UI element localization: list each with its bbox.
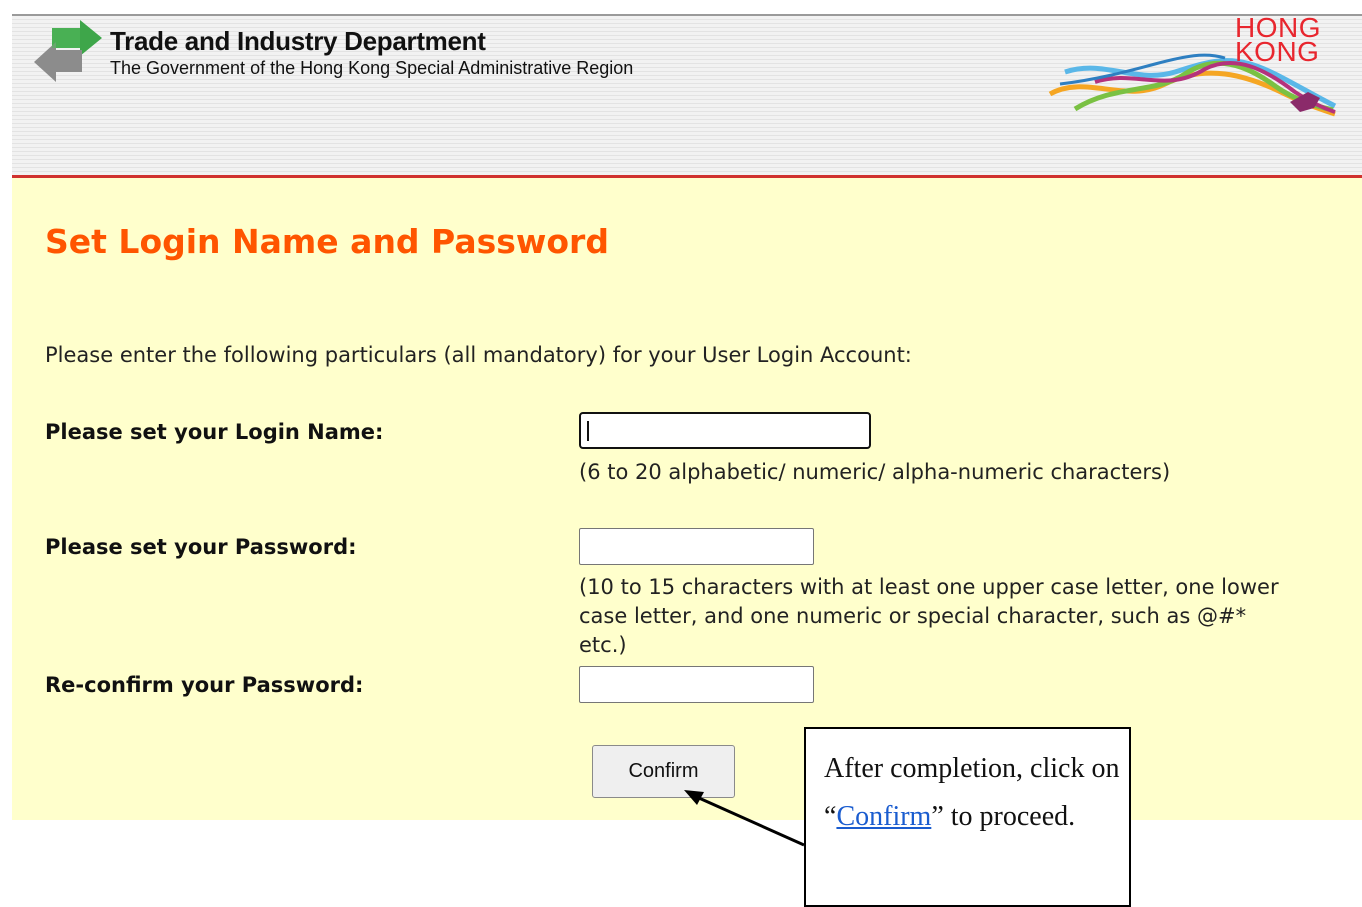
login-name-hint: (6 to 20 alphabetic/ numeric/ alpha-nume… bbox=[579, 460, 1171, 484]
intro-text: Please enter the following particulars (… bbox=[45, 343, 912, 367]
form-panel bbox=[12, 178, 1362, 820]
brand-word-kong: KONG bbox=[1235, 36, 1320, 67]
login-name-label: Please set your Login Name: bbox=[45, 420, 384, 444]
reconfirm-password-label: Re-confirm your Password: bbox=[45, 673, 364, 697]
text-caret bbox=[587, 421, 589, 441]
department-name: Trade and Industry Department bbox=[110, 26, 486, 56]
government-name: The Government of the Hong Kong Special … bbox=[110, 58, 634, 78]
page-title: Set Login Name and Password bbox=[45, 222, 609, 261]
password-label: Please set your Password: bbox=[45, 535, 357, 559]
confirm-button[interactable]: Confirm bbox=[592, 745, 735, 798]
instruction-callout: After completion, click on “Confirm” to … bbox=[804, 727, 1131, 907]
password-hint: (10 to 15 characters with at least one u… bbox=[579, 575, 1279, 657]
password-input[interactable] bbox=[579, 528, 814, 565]
tid-arrows-logo-icon bbox=[34, 20, 102, 82]
callout-text-after: ” to proceed. bbox=[931, 801, 1076, 832]
callout-confirm-link[interactable]: Confirm bbox=[836, 801, 931, 832]
reconfirm-password-input[interactable] bbox=[579, 666, 814, 703]
login-name-input[interactable] bbox=[579, 412, 871, 449]
